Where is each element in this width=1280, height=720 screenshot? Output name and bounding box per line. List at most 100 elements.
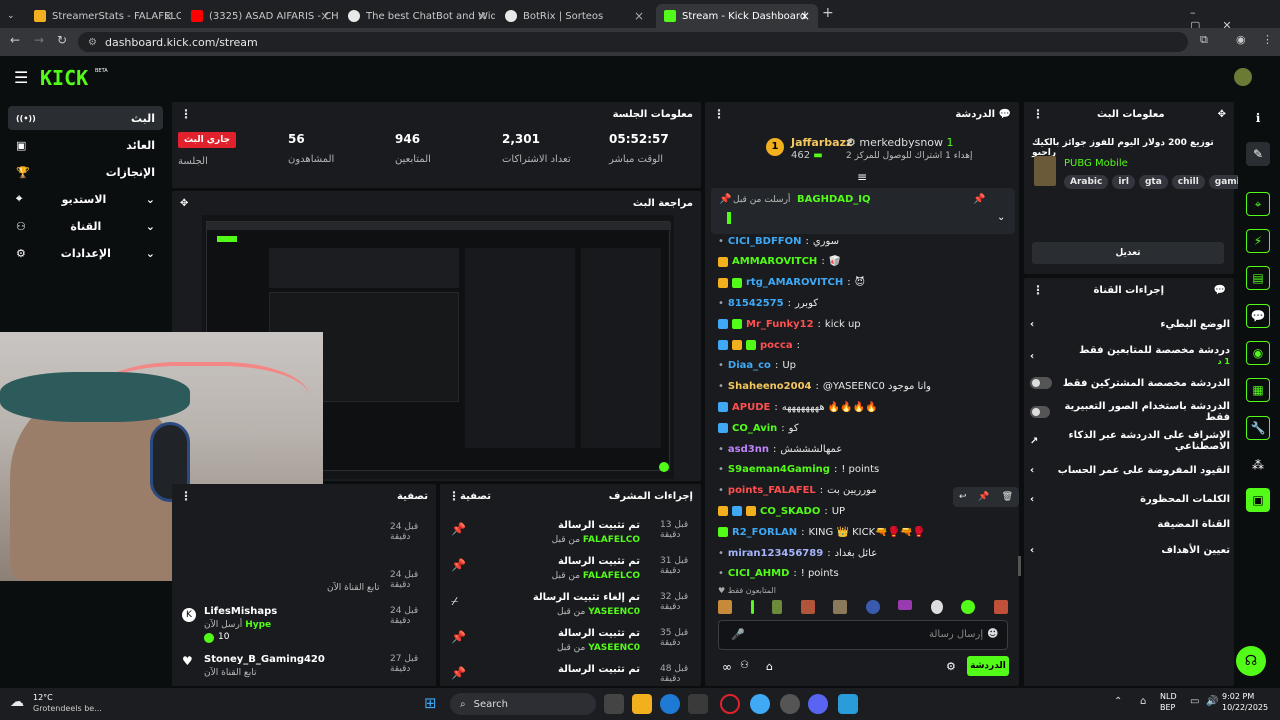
- reload-icon[interactable]: ↻: [57, 33, 67, 47]
- clock-time[interactable]: 9:02 PM: [1222, 692, 1254, 701]
- chat-message[interactable]: • S9aeman4Gaming:! points: [718, 461, 1018, 479]
- extensions-icon[interactable]: ⧉: [1200, 33, 1208, 47]
- toggle-switch[interactable]: [1030, 377, 1052, 389]
- chat-username[interactable]: APUDE: [732, 402, 770, 413]
- toggle-switch[interactable]: [1030, 406, 1051, 418]
- more-options-icon[interactable]: ⋮: [713, 107, 725, 121]
- channel-action-host[interactable]: القناة المضيفة: [1030, 512, 1230, 536]
- expand-icon[interactable]: ✥: [180, 198, 188, 209]
- avatar[interactable]: [1234, 68, 1252, 86]
- chat-message[interactable]: CO_Avin: كو: [718, 419, 1018, 437]
- document-icon[interactable]: ▤: [1246, 266, 1270, 290]
- emoji-icon[interactable]: ☻: [987, 627, 998, 640]
- channel-action-emotes-only[interactable]: الدردشة باستخدام الصور التعبيرية فقط: [1030, 400, 1230, 424]
- channel-action-goals[interactable]: تعيين الأهداف ›: [1030, 538, 1230, 562]
- wrench-icon[interactable]: 🔧: [1246, 416, 1270, 440]
- chat-message[interactable]: • miran123456789: عائل بغداد: [718, 544, 1018, 562]
- back-icon[interactable]: ←: [10, 33, 20, 47]
- pin-icon[interactable]: 📌: [973, 194, 985, 205]
- chevron-down-icon[interactable]: ⌄: [997, 212, 1005, 223]
- edit-icon[interactable]: ✎: [1246, 142, 1270, 166]
- delete-icon[interactable]: 🗑: [1002, 492, 1013, 502]
- collapse-icon[interactable]: ≡: [857, 170, 867, 184]
- chat-username[interactable]: pocca: [760, 340, 793, 351]
- app-icon[interactable]: [838, 694, 858, 714]
- more-options-icon[interactable]: ⋮: [180, 107, 192, 121]
- browser-tab[interactable]: The best ChatBot and Widgets×: [340, 4, 495, 28]
- pinned-user[interactable]: BAGHDAD_IQ: [797, 194, 871, 205]
- reply-icon[interactable]: ↩: [959, 492, 967, 502]
- chat-username[interactable]: CO_Avin: [732, 423, 777, 434]
- chat-message[interactable]: • Diaa_co: Up: [718, 357, 1018, 375]
- stream-tag[interactable]: Arabic: [1064, 175, 1109, 189]
- browser-tab[interactable]: BotRix | Sorteos ×: [497, 4, 652, 28]
- infinity-icon[interactable]: ∞: [722, 660, 732, 674]
- layout-icon[interactable]: ▦: [1246, 378, 1270, 402]
- emote-icon[interactable]: [833, 600, 848, 614]
- channel-action-account-age[interactable]: القيود المفروضة على عمر الحساب ›: [1030, 458, 1230, 482]
- broadcast-icon[interactable]: ◉: [1246, 341, 1270, 365]
- stream-category[interactable]: PUBG Mobile: [1064, 158, 1128, 169]
- browser-tab[interactable]: StreamerStats - FALAFELCO Pro×: [26, 4, 181, 28]
- chat-message[interactable]: • 81542575: كوبرر: [718, 294, 1018, 312]
- weather-temp[interactable]: 12°C: [33, 693, 53, 702]
- new-tab-button[interactable]: +: [822, 5, 834, 21]
- chat-username[interactable]: miran123456789: [728, 548, 823, 559]
- chat-message[interactable]: • CICI_BDFFON: سوري: [718, 232, 1018, 250]
- chat-username[interactable]: Mr_Funky12: [746, 319, 814, 330]
- chat-username[interactable]: AMMAROVITCH: [732, 256, 817, 267]
- store-icon[interactable]: ⌂: [766, 660, 773, 673]
- chat-username[interactable]: points_FALAFEL: [728, 485, 816, 496]
- discord-icon[interactable]: [808, 694, 828, 714]
- mod-action-user[interactable]: YASEENC0: [588, 643, 640, 653]
- language-code[interactable]: NLD: [1160, 692, 1177, 701]
- channel-action-slow-mode[interactable]: الوضع البطيء ›: [1030, 312, 1230, 336]
- more-options-icon[interactable]: ⋮: [1032, 283, 1044, 297]
- close-icon[interactable]: ×: [634, 9, 644, 23]
- clock-date[interactable]: 10/22/2025: [1222, 703, 1268, 712]
- send-chat-button[interactable]: الدردشة: [967, 656, 1009, 676]
- sidebar-item-channel[interactable]: ⚇ القناة ⌄: [8, 214, 163, 238]
- windows-start-icon[interactable]: ⊞: [424, 694, 442, 712]
- chat-message[interactable]: rtg_AMAROVITCH: 😈: [718, 274, 1018, 292]
- chat-message[interactable]: • CICI_AHMD:! points: [718, 565, 1018, 583]
- mod-action-user[interactable]: FALAFELCO: [583, 535, 640, 545]
- more-options-icon[interactable]: ⋮: [1032, 107, 1044, 121]
- browser-menu-icon[interactable]: ⋮: [1262, 33, 1273, 46]
- emote-icon[interactable]: [772, 600, 783, 614]
- emote-icon[interactable]: [930, 600, 943, 614]
- chat-input[interactable]: 🎤 إرسال رسالة ☻: [718, 620, 1008, 650]
- kick-logo[interactable]: KICK: [40, 66, 88, 90]
- emote-icon[interactable]: [898, 600, 913, 610]
- points-icon[interactable]: ⚇: [740, 660, 749, 671]
- chat-message[interactable]: APUDE: ههههههههه 🔥🔥🔥🔥: [718, 398, 1018, 416]
- file-explorer-icon[interactable]: [632, 694, 652, 714]
- stream-tag[interactable]: irl: [1112, 175, 1135, 189]
- mod-action-user[interactable]: FALAFELCO: [583, 571, 640, 581]
- chat-message[interactable]: pocca:: [718, 336, 1018, 354]
- sidebar-item-settings[interactable]: ⚙ الإعدادات ⌄: [8, 241, 163, 265]
- browser-tab[interactable]: (3325) ASAD AIFARIS - CHANA×: [183, 4, 338, 28]
- chat-username[interactable]: rtg_AMAROVITCH: [746, 277, 843, 288]
- chat-username[interactable]: asd3nn: [728, 444, 769, 455]
- close-icon[interactable]: ×: [320, 9, 330, 23]
- tab-list-button[interactable]: ⌄: [4, 4, 20, 28]
- chat-scrollbar[interactable]: [1018, 556, 1021, 576]
- sidebar-item-achievements[interactable]: 🏆 الإنجازات: [8, 160, 163, 184]
- activity-username[interactable]: Stoney_B_Gaming420: [204, 654, 325, 665]
- chat-username[interactable]: R2_FORLAN: [732, 527, 797, 538]
- stream-tag[interactable]: gta: [1138, 175, 1168, 189]
- site-info-icon[interactable]: ⚙: [88, 37, 97, 48]
- chat-message[interactable]: • asd3nn: عمهالشششش: [718, 440, 1018, 458]
- url-bar[interactable]: ⚙ dashboard.kick.com/stream: [78, 32, 1188, 52]
- pin-icon[interactable]: 📌: [978, 492, 989, 502]
- chrome-icon[interactable]: [750, 694, 770, 714]
- filter-button[interactable]: تصفية: [460, 491, 491, 502]
- stream-tag[interactable]: chill: [1171, 175, 1205, 189]
- chat-username[interactable]: S9aeman4Gaming: [728, 464, 830, 475]
- chat-settings-icon[interactable]: ⚙: [946, 660, 956, 673]
- emote-icon[interactable]: [865, 600, 880, 614]
- channel-action-followers-only[interactable]: دردشة مخصصة للمتابعين فقط 1 د ›: [1030, 342, 1230, 370]
- studio-icon[interactable]: ⌖: [1246, 192, 1270, 216]
- emote-icon[interactable]: [961, 600, 976, 614]
